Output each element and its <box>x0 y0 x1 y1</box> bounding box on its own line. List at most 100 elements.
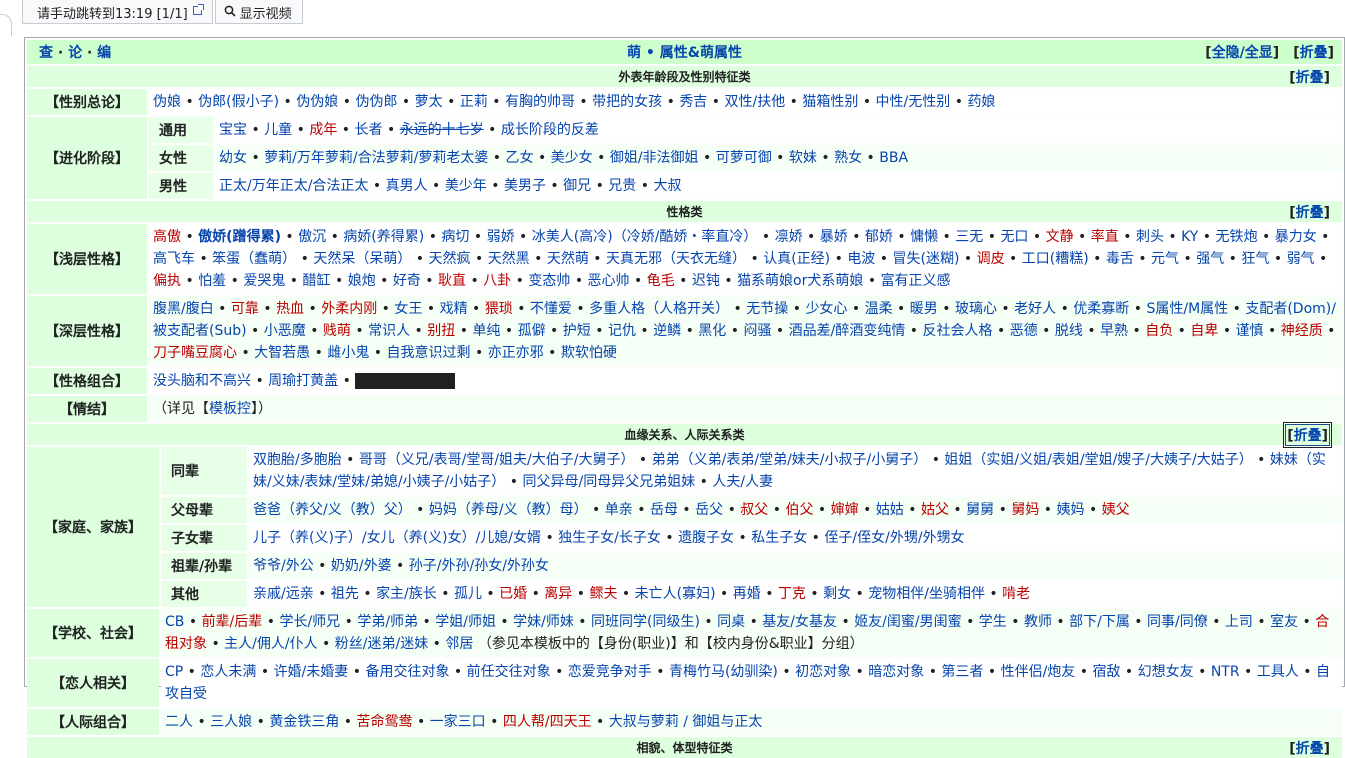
list-link[interactable]: CB <box>165 614 184 630</box>
list-link[interactable]: 一家三口 <box>430 714 486 730</box>
list-link[interactable]: 宿敌 <box>1092 664 1120 680</box>
list-link-missing[interactable]: 贱萌 <box>323 323 351 339</box>
list-link[interactable]: 遗腹子女 <box>678 530 734 546</box>
list-link[interactable]: 药娘 <box>967 94 995 110</box>
list-link[interactable]: 姬友/闺蜜/男闺蜜 <box>854 614 961 630</box>
list-link[interactable]: 不懂爱 <box>530 301 572 317</box>
list-link[interactable]: 大叔 <box>653 178 681 194</box>
list-link[interactable]: 天真无邪（天衣无缝） <box>606 251 746 267</box>
list-link[interactable]: 大叔与萝莉 / 御姐与正太 <box>609 714 763 730</box>
list-link[interactable]: CP <box>165 664 183 680</box>
list-link[interactable]: 幻想女友 <box>1138 664 1194 680</box>
list-link[interactable]: 暴力女 <box>1275 229 1317 245</box>
list-link[interactable]: 未亡人(寡妇) <box>635 586 716 602</box>
list-link[interactable]: 老好人 <box>1014 301 1056 317</box>
list-link[interactable]: 同班同学(同级生) <box>591 614 700 630</box>
list-link[interactable]: 性伴侣/炮友 <box>1001 664 1076 680</box>
list-link[interactable]: 室友 <box>1270 614 1298 630</box>
list-link[interactable]: 姐姐（实姐/义姐/表姐/堂姐/嫂子/大姨子/大姑子） <box>944 452 1252 468</box>
list-link[interactable]: 恶德 <box>1010 323 1038 339</box>
list-link[interactable]: 无铁炮 <box>1216 229 1258 245</box>
list-link-missing[interactable]: 耿直 <box>438 273 466 289</box>
list-link[interactable]: 正太/万年正太/合法正太 <box>219 178 368 194</box>
list-link[interactable]: 妈妈（养母/义（教）母） <box>429 502 588 518</box>
list-link[interactable]: 成长阶段的反差 <box>501 122 599 138</box>
list-link-missing[interactable]: 文静 <box>1046 229 1074 245</box>
list-link-missing[interactable]: 苦命鸳鸯 <box>357 714 413 730</box>
title-attributes-link[interactable]: 属性&萌属性 <box>660 45 742 61</box>
list-link[interactable]: 冒失(迷糊) <box>892 251 959 267</box>
list-link[interactable]: 暖男 <box>910 301 938 317</box>
list-link[interactable]: 私生子女 <box>751 530 807 546</box>
list-link-missing[interactable]: 姑父 <box>921 502 949 518</box>
list-link[interactable]: 备用交往对象 <box>365 664 449 680</box>
list-link[interactable]: 小恶魔 <box>264 323 306 339</box>
list-link-missing[interactable]: 叔父 <box>740 502 768 518</box>
list-link[interactable]: 萝莉/万年萝莉/合法萝莉/萝莉老太婆 <box>264 150 488 166</box>
list-link[interactable]: 欺软怕硬 <box>561 345 617 361</box>
template-link[interactable]: 模板控 <box>209 401 251 417</box>
list-link[interactable]: 女王 <box>394 301 422 317</box>
list-link[interactable]: 郁娇 <box>865 229 893 245</box>
list-link[interactable]: 许婚/未婚妻 <box>274 664 349 680</box>
list-link[interactable]: 娘炮 <box>348 273 376 289</box>
list-link[interactable]: 主人/佣人/仆人 <box>224 636 317 652</box>
section-collapse-button[interactable]: [折叠] <box>1289 202 1330 222</box>
list-link[interactable]: 祖先 <box>331 586 359 602</box>
list-link[interactable]: 上司 <box>1225 614 1253 630</box>
section-collapse-button[interactable]: [折叠] <box>1289 738 1330 758</box>
list-link-missing[interactable]: 舅妈 <box>1011 502 1039 518</box>
list-link[interactable]: 闷骚 <box>743 323 771 339</box>
list-link[interactable]: 萝太 <box>415 94 443 110</box>
list-link[interactable]: 爱哭鬼 <box>243 273 285 289</box>
list-link[interactable]: 狂气 <box>1241 251 1269 267</box>
list-link[interactable]: 同桌 <box>717 614 745 630</box>
collapse-link[interactable]: 折叠 <box>1294 428 1322 444</box>
list-link-missing[interactable]: 外柔内刚 <box>321 301 377 317</box>
list-link[interactable]: 傲沉 <box>298 229 326 245</box>
list-link[interactable]: 学弟/师弟 <box>357 614 418 630</box>
list-link[interactable]: 戏精 <box>440 301 468 317</box>
list-link-missing[interactable]: 成年 <box>309 122 337 138</box>
list-link-missing[interactable]: 别扭 <box>427 323 455 339</box>
list-link[interactable]: KY <box>1181 229 1198 245</box>
list-link[interactable]: 奶奶/外婆 <box>331 558 392 574</box>
list-link[interactable]: 青梅竹马(幼驯染) <box>669 664 778 680</box>
list-link[interactable]: 岳母 <box>650 502 678 518</box>
list-link[interactable]: 学生 <box>979 614 1007 630</box>
list-link[interactable]: 家主/族长 <box>376 586 437 602</box>
list-link[interactable]: BBA <box>879 150 908 166</box>
list-link[interactable]: 伪伪娘 <box>296 94 338 110</box>
list-link[interactable]: 反社会人格 <box>923 323 993 339</box>
list-link[interactable]: 暴娇 <box>820 229 848 245</box>
list-link[interactable]: 可萝可御 <box>716 150 772 166</box>
list-link[interactable]: 弟弟（义弟/表弟/堂弟/妹夫/小叔子/小舅子） <box>652 452 928 468</box>
list-link-missing[interactable]: 神经质 <box>1281 323 1323 339</box>
list-link-selected[interactable]: 傲娇(蹭得累) <box>198 229 281 245</box>
list-link[interactable]: 美少年 <box>445 178 487 194</box>
show-video-button[interactable]: 显示视频 <box>214 0 303 24</box>
list-link-missing[interactable]: 龟毛 <box>647 273 675 289</box>
list-link-missing[interactable]: 伯父 <box>785 502 813 518</box>
list-link-missing[interactable]: 啃老 <box>1002 586 1030 602</box>
list-link[interactable]: 早熟 <box>1100 323 1128 339</box>
list-link[interactable]: 天然呆（呆萌） <box>313 251 411 267</box>
title-moe-link[interactable]: 萌 <box>627 45 641 61</box>
list-link[interactable]: 病切 <box>441 229 469 245</box>
list-link[interactable]: 雌小鬼 <box>327 345 369 361</box>
list-link[interactable]: 谨慎 <box>1236 323 1264 339</box>
list-link[interactable]: 宠物相伴/坐骑相伴 <box>868 586 985 602</box>
list-link[interactable]: 大智若愚 <box>254 345 310 361</box>
list-link[interactable]: 没头脑和不高兴 <box>153 373 251 389</box>
list-link[interactable]: 恶心帅 <box>588 273 630 289</box>
list-link[interactable]: 正莉 <box>460 94 488 110</box>
list-link[interactable]: 暗恋对象 <box>868 664 924 680</box>
discuss-link[interactable]: 论 <box>68 45 82 61</box>
list-link[interactable]: 天然萌 <box>547 251 589 267</box>
section-collapse-button[interactable]: [折叠] <box>1283 421 1332 448</box>
list-link[interactable]: 黄金铁三角 <box>269 714 339 730</box>
list-link[interactable]: 伪郎(假小子) <box>198 94 279 110</box>
list-link[interactable]: 中性/无性别 <box>876 94 951 110</box>
list-link-missing[interactable]: 姨父 <box>1102 502 1130 518</box>
list-link[interactable]: 双胞胎/多胞胎 <box>253 452 342 468</box>
